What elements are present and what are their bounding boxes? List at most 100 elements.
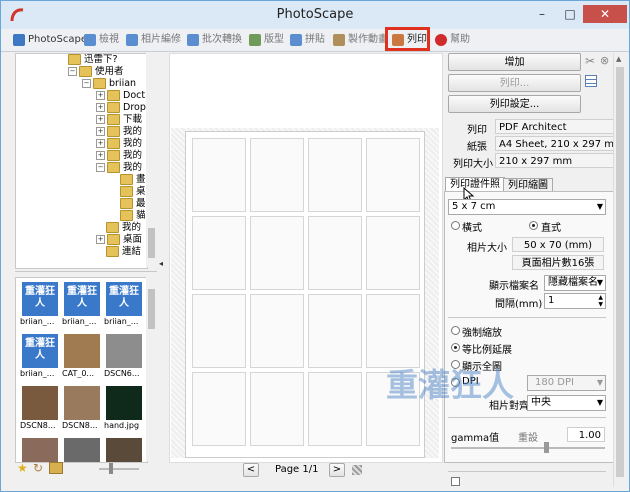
photo-slot[interactable] — [250, 294, 304, 368]
tab-id-photo[interactable]: 列印證件照 — [445, 177, 505, 192]
photo-slot[interactable] — [308, 138, 362, 212]
scroll-thumb[interactable] — [616, 67, 624, 477]
collapse-icon[interactable]: − — [96, 163, 105, 172]
tree-item[interactable]: + 我的 — [96, 126, 142, 138]
tab-help[interactable]: 幫助 — [434, 31, 470, 49]
photo-slot[interactable] — [250, 138, 304, 212]
thumbnail[interactable]: DSCN6... — [104, 334, 144, 378]
photo-slot[interactable] — [250, 216, 304, 290]
printer-properties-icon[interactable] — [585, 75, 597, 87]
maximize-button[interactable]: □ — [557, 5, 583, 23]
photo-slot[interactable] — [192, 294, 246, 368]
stepper-arrows-icon[interactable]: ▲ ▼ — [598, 294, 603, 308]
collapse-panel-icon[interactable]: ◂ — [159, 259, 163, 268]
tree-item[interactable]: 迅雷下? — [68, 54, 118, 66]
tab-page[interactable]: 版型 — [248, 31, 284, 49]
background-pattern-icon[interactable] — [352, 465, 362, 475]
slider-thumb[interactable] — [109, 463, 113, 474]
photo-slot[interactable] — [192, 216, 246, 290]
thumbnail[interactable]: 重灌狂人 briian_... — [62, 282, 102, 326]
folder-icon[interactable] — [49, 462, 63, 474]
tree-item[interactable]: 畫 — [120, 174, 146, 186]
minimize-button[interactable]: – — [529, 5, 555, 23]
tab-thumbnail-print[interactable]: 列印縮圖 — [503, 178, 553, 192]
tab-editor[interactable]: 相片編修 — [125, 31, 181, 49]
tree-item[interactable]: 桌 — [120, 186, 146, 198]
expand-icon[interactable]: + — [96, 115, 105, 124]
thumbnail[interactable]: CAT_0... — [62, 334, 102, 378]
tab-batch[interactable]: 批次轉換 — [186, 31, 242, 49]
photo-slot[interactable] — [308, 372, 362, 446]
photo-slot[interactable] — [366, 294, 420, 368]
tree-item[interactable]: + Doct — [96, 90, 145, 102]
landscape-radio[interactable] — [451, 221, 460, 230]
collapse-icon[interactable]: − — [82, 79, 91, 88]
tree-item[interactable]: 連結 — [106, 246, 141, 258]
photo-slot[interactable] — [366, 138, 420, 212]
prev-page-button[interactable]: < — [243, 463, 259, 477]
thumbnail[interactable]: DSCN8... — [62, 386, 102, 430]
thumbnail[interactable]: 重灌狂人 briian_... — [20, 282, 60, 326]
rotate-icon[interactable]: ↻ — [33, 461, 43, 475]
tree-item[interactable]: − 使用者 — [68, 66, 124, 78]
expand-icon[interactable]: + — [96, 127, 105, 136]
tree-item[interactable]: + 桌面 — [96, 234, 142, 246]
show-filename-select[interactable]: 隱藏檔案名 ▼ — [544, 275, 606, 291]
hand-photo — [106, 386, 142, 420]
next-page-button[interactable]: > — [329, 463, 345, 477]
tree-item[interactable]: + 下載 — [96, 114, 142, 126]
add-button[interactable]: 增加 — [448, 53, 581, 71]
expand-icon[interactable]: + — [96, 139, 105, 148]
tree-scrollbar[interactable] — [146, 53, 157, 267]
app-window: PhotoScape – □ ✕ PhotoScape 檢視 相片編修 批次轉換… — [0, 0, 630, 492]
spacing-stepper[interactable]: 1 ▲ ▼ — [544, 293, 606, 309]
remove-all-icon[interactable]: ⊗ — [600, 54, 609, 67]
tree-item[interactable]: + 我的 — [96, 150, 142, 162]
thumbnail[interactable]: DSCN8... — [20, 386, 60, 430]
photo-slot[interactable] — [192, 372, 246, 446]
photo-slot[interactable] — [308, 216, 362, 290]
thumbnail[interactable] — [20, 438, 60, 462]
tab-viewer[interactable]: 檢視 — [83, 31, 119, 49]
thumbnail[interactable] — [62, 438, 102, 462]
photo-slot[interactable] — [192, 138, 246, 212]
thumbnail-size-slider[interactable] — [99, 468, 139, 470]
photo-slot[interactable] — [366, 216, 420, 290]
delete-icon[interactable]: ✂ — [585, 54, 595, 68]
tab-combine[interactable]: 拼貼 — [289, 31, 325, 49]
print-button[interactable]: 列印... — [448, 74, 581, 92]
portrait-radio[interactable] — [529, 221, 538, 230]
scroll-thumb[interactable] — [148, 289, 155, 329]
tab-photoscape[interactable]: PhotoScape — [12, 31, 87, 49]
tree-item[interactable]: 最 — [120, 198, 146, 210]
collapse-icon[interactable]: − — [68, 67, 77, 76]
tree-item[interactable]: 我的 — [106, 222, 141, 234]
star-icon[interactable]: ★ — [17, 461, 28, 475]
checkbox[interactable] — [451, 477, 460, 486]
thumbnail-scrollbar[interactable] — [146, 277, 157, 461]
print-settings-button[interactable]: 列印設定... — [448, 95, 581, 113]
tab-animated-gif[interactable]: 製作動畫 — [332, 31, 388, 49]
keep-ratio-radio[interactable] — [451, 343, 460, 352]
expand-icon[interactable]: + — [96, 151, 105, 160]
thumbnail[interactable]: hand.jpg — [104, 386, 144, 430]
force-scale-radio[interactable] — [451, 326, 460, 335]
thumbnail[interactable]: 重灌狂人 briian_... — [20, 334, 60, 378]
tree-item[interactable]: + Drop — [96, 102, 146, 114]
expand-icon[interactable]: + — [96, 103, 105, 112]
tree-item[interactable]: + 我的 — [96, 138, 142, 150]
scroll-up-icon[interactable]: ▲ — [616, 55, 621, 63]
thumbnail[interactable] — [104, 438, 144, 462]
splitter[interactable] — [15, 271, 157, 272]
tree-item[interactable]: 貓 — [120, 210, 146, 222]
photo-size-select[interactable]: 5 x 7 cm ▼ — [448, 199, 606, 215]
photo-slot[interactable] — [250, 372, 304, 446]
tree-item[interactable]: − briian — [82, 78, 136, 90]
thumbnail[interactable]: 重灌狂人 briian_... — [104, 282, 144, 326]
expand-icon[interactable]: + — [96, 91, 105, 100]
scroll-thumb[interactable] — [148, 228, 155, 258]
close-button[interactable]: ✕ — [583, 5, 627, 23]
tree-item[interactable]: − 我的 — [96, 162, 142, 174]
expand-icon[interactable]: + — [96, 235, 105, 244]
photo-slot[interactable] — [308, 294, 362, 368]
